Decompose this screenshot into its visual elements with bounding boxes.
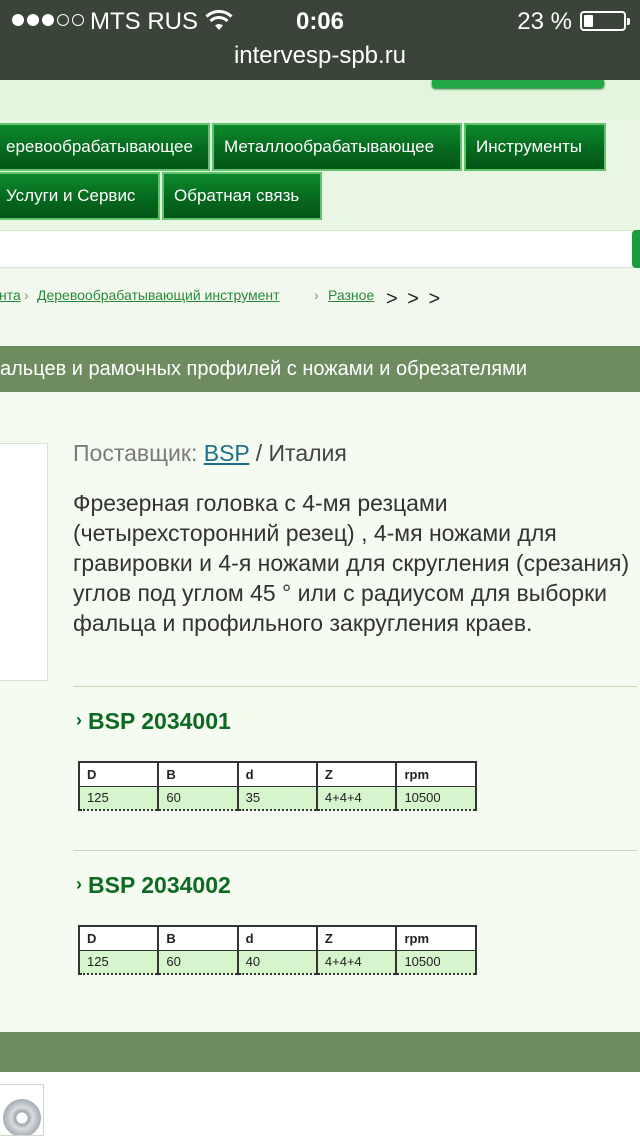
breadcrumb-item[interactable]: нта — [0, 287, 21, 303]
address-bar-url[interactable]: intervesp-spb.ru — [0, 42, 640, 70]
related-area — [0, 1072, 640, 1136]
nav-item-woodworking[interactable]: еревообрабатывающее — [0, 123, 210, 171]
product-heading-1[interactable]: › BSP 2034001 — [76, 708, 231, 735]
nav-item-metalworking[interactable]: Металлообрабатывающее — [212, 123, 462, 171]
breadcrumb: нта › Деревообрабатывающий инструмент › … — [0, 284, 640, 314]
table-cell: 60 — [157, 785, 239, 811]
table-header-cell: B — [157, 761, 239, 787]
table-header-row: D B d Z rpm — [77, 761, 477, 787]
table-cell: 10500 — [395, 785, 477, 811]
product-title: BSP 2034001 — [88, 708, 231, 734]
supplier-country: Италия — [268, 440, 347, 466]
table-cell: 10500 — [395, 949, 477, 975]
breadcrumb-separator: › — [314, 287, 319, 303]
supplier-separator: / — [255, 440, 263, 466]
order-call-button[interactable] — [432, 80, 604, 88]
nav-item-tools[interactable]: Инструменты — [464, 123, 606, 171]
breadcrumb-item[interactable]: Деревообрабатывающий инструмент — [37, 287, 280, 303]
nav-item-feedback[interactable]: Обратная связь — [162, 172, 322, 220]
table-cell: 4+4+4 — [315, 949, 398, 975]
saw-blade-icon — [3, 1099, 41, 1135]
search-bar[interactable] — [0, 230, 640, 268]
status-bar: MTS RUS 0:06 23 % intervesp-spb.ru — [0, 0, 640, 80]
table-row: 125 60 40 4+4+4 10500 — [77, 949, 477, 975]
supplier-brand-link[interactable]: BSP — [204, 440, 250, 466]
supplier-label: Поставщик: — [73, 440, 198, 466]
table-header-cell: D — [77, 925, 160, 951]
search-button[interactable] — [632, 230, 640, 268]
table-cell: 4+4+4 — [315, 785, 398, 811]
related-product-thumbnail[interactable] — [0, 1084, 44, 1136]
product-title: BSP 2034002 — [88, 872, 231, 898]
table-cell: 35 — [236, 785, 318, 811]
main-nav: еревообрабатывающее Металлообрабатывающе… — [0, 120, 640, 230]
table-cell: 125 — [77, 949, 160, 975]
table-header-cell: d — [236, 761, 318, 787]
table-cell: 125 — [77, 785, 160, 811]
table-cell: 40 — [236, 949, 318, 975]
spec-table-2: D B d Z rpm 125 60 40 4+4+4 10500 — [77, 925, 477, 975]
page-title-band: альцев и рамочных профилей с ножами и об… — [0, 346, 640, 392]
product-description: Фрезерная головка с 4-мя резцами (четыре… — [73, 490, 630, 636]
breadcrumb-item[interactable]: Разное — [328, 287, 374, 303]
chevron-right-icon: › — [76, 710, 82, 730]
battery-icon — [580, 11, 630, 31]
table-header-row: D B d Z rpm — [77, 925, 477, 951]
section-footer-band — [0, 1032, 640, 1072]
battery-percent: 23 % — [517, 8, 572, 35]
page-title: альцев и рамочных профилей с ножами и об… — [0, 358, 528, 380]
table-row: 125 60 35 4+4+4 10500 — [77, 785, 477, 811]
divider — [73, 686, 637, 687]
breadcrumb-trail: > > > — [386, 288, 443, 310]
supplier-line: Поставщик: BSP / Италия — [73, 440, 347, 467]
spec-table-1: D B d Z rpm 125 60 35 4+4+4 10500 — [77, 761, 477, 811]
product-heading-2[interactable]: › BSP 2034002 — [76, 872, 231, 899]
breadcrumb-separator: › — [24, 287, 29, 303]
table-header-cell: D — [77, 761, 160, 787]
chevron-right-icon: › — [76, 874, 82, 894]
table-header-cell: rpm — [395, 761, 477, 787]
table-header-cell: Z — [315, 761, 398, 787]
divider — [73, 850, 637, 851]
table-cell: 60 — [157, 949, 239, 975]
table-header-cell: d — [236, 925, 318, 951]
nav-item-services[interactable]: Услуги и Сервис — [0, 172, 160, 220]
table-header-cell: Z — [315, 925, 398, 951]
table-header-cell: B — [157, 925, 239, 951]
table-header-cell: rpm — [395, 925, 477, 951]
product-image[interactable] — [0, 443, 48, 681]
